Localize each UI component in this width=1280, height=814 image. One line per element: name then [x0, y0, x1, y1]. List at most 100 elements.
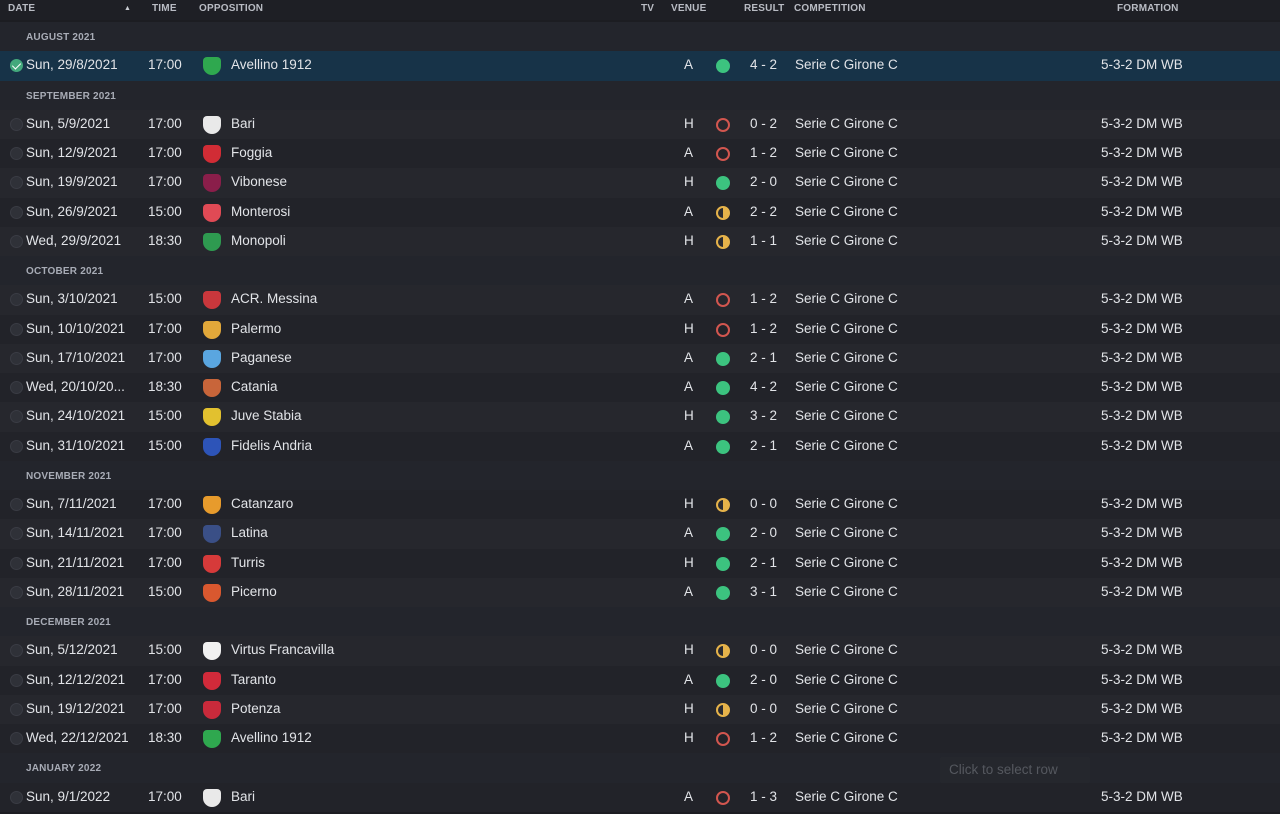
opponent-name[interactable]: Taranto — [231, 672, 276, 687]
fixture-row[interactable]: Sun, 7/11/2021 17:00 Catanzaro H 0 - 0 Serie … — [0, 490, 1280, 520]
match-result[interactable]: 2 - 1 — [750, 350, 777, 365]
competition-name[interactable]: Serie C Girone C — [795, 291, 898, 306]
select-check-icon[interactable] — [10, 439, 23, 453]
opponent-name[interactable]: Avellino 1912 — [231, 57, 312, 72]
select-check-icon[interactable] — [10, 381, 23, 394]
opponent-name[interactable]: ACR. Messina — [231, 291, 317, 306]
select-check-icon[interactable] — [10, 790, 23, 804]
fixture-row[interactable]: Wed, 20/10/20... 18:30 Catania A 4 - 2 Serie … — [0, 373, 1280, 403]
match-result[interactable]: 3 - 1 — [750, 584, 777, 599]
venue-column-header[interactable]: VENUE — [671, 3, 706, 14]
competition-name[interactable]: Serie C Girone C — [795, 496, 898, 511]
fixture-row[interactable]: Sun, 5/9/2021 17:00 Bari H 0 - 2 Serie C Giro… — [0, 109, 1280, 139]
select-check-icon[interactable] — [10, 205, 23, 219]
fixture-row[interactable]: Sun, 31/10/2021 15:00 Fidelis Andria A 2 - 1… — [0, 431, 1280, 461]
competition-name[interactable]: Serie C Girone C — [795, 701, 898, 716]
select-check-icon[interactable] — [10, 59, 23, 73]
opponent-name[interactable]: Palermo — [231, 321, 281, 336]
opponent-name[interactable]: Monopoli — [231, 233, 286, 248]
sort-ascending-icon[interactable]: ▲ — [124, 5, 131, 12]
select-check-icon[interactable] — [10, 351, 23, 365]
select-check-icon[interactable] — [10, 585, 23, 599]
match-result[interactable]: 4 - 2 — [750, 57, 777, 72]
opponent-name[interactable]: Vibonese — [231, 174, 287, 189]
fixture-row[interactable]: Sun, 12/9/2021 17:00 Foggia A 1 - 2 Serie C G… — [0, 139, 1280, 169]
competition-name[interactable]: Serie C Girone C — [795, 730, 898, 745]
match-result[interactable]: 0 - 0 — [750, 701, 777, 716]
competition-name[interactable]: Serie C Girone C — [795, 525, 898, 540]
opponent-name[interactable]: Virtus Francavilla — [231, 642, 334, 657]
select-check-icon[interactable] — [10, 410, 23, 424]
opponent-name[interactable]: Picerno — [231, 584, 277, 599]
match-result[interactable]: 0 - 0 — [750, 496, 777, 511]
select-check-icon[interactable] — [10, 644, 23, 658]
competition-name[interactable]: Serie C Girone C — [795, 584, 898, 599]
fixture-row[interactable]: Sun, 17/10/2021 17:00 Paganese A 2 - 1 Serie … — [0, 343, 1280, 373]
opponent-name[interactable]: Turris — [231, 555, 265, 570]
fixture-row[interactable]: Sun, 10/10/2021 17:00 Palermo H 1 - 2 Serie C… — [0, 314, 1280, 344]
competition-name[interactable]: Serie C Girone C — [795, 672, 898, 687]
opponent-name[interactable]: Potenza — [231, 701, 281, 716]
fixture-row[interactable]: Sun, 19/9/2021 17:00 Vibonese H 2 - 0 Serie C… — [0, 168, 1280, 198]
competition-name[interactable]: Serie C Girone C — [795, 379, 898, 394]
select-check-icon[interactable] — [10, 117, 23, 131]
competition-name[interactable]: Serie C Girone C — [795, 57, 898, 72]
opponent-name[interactable]: Avellino 1912 — [231, 730, 312, 745]
fixture-row[interactable]: Sun, 26/9/2021 15:00 Monterosi A 2 - 2 Serie … — [0, 197, 1280, 227]
match-result[interactable]: 1 - 3 — [750, 789, 777, 804]
competition-name[interactable]: Serie C Girone C — [795, 350, 898, 365]
date-column-header[interactable]: DATE — [8, 3, 35, 14]
fixture-row[interactable]: Wed, 22/12/2021 18:30 Avellino 1912 H 1 - 2 S… — [0, 724, 1280, 754]
fixture-row[interactable]: Sun, 3/10/2021 15:00 ACR. Messina A 1 - 2 Ser… — [0, 285, 1280, 315]
competition-name[interactable]: Serie C Girone C — [795, 145, 898, 160]
fixture-row[interactable]: Sun, 5/12/2021 15:00 Virtus Francavilla H 0 … — [0, 636, 1280, 666]
tv-column-header[interactable]: TV — [641, 3, 654, 14]
time-column-header[interactable]: TIME — [152, 3, 177, 14]
fixture-row[interactable]: Sun, 19/12/2021 17:00 Potenza H 0 - 0 Serie C… — [0, 694, 1280, 724]
fixture-row[interactable]: Sun, 28/11/2021 15:00 Picerno A 3 - 1 Serie C… — [0, 577, 1280, 607]
select-check-icon[interactable] — [10, 293, 23, 307]
competition-name[interactable]: Serie C Girone C — [795, 789, 898, 804]
match-result[interactable]: 1 - 2 — [750, 730, 777, 745]
opponent-name[interactable]: Juve Stabia — [231, 408, 302, 423]
fixture-row[interactable]: Sun, 14/11/2021 17:00 Latina A 2 - 0 Serie C … — [0, 519, 1280, 549]
select-check-icon[interactable] — [10, 732, 23, 745]
opponent-name[interactable]: Fidelis Andria — [231, 438, 312, 453]
competition-name[interactable]: Serie C Girone C — [795, 233, 898, 248]
match-result[interactable]: 1 - 2 — [750, 321, 777, 336]
competition-column-header[interactable]: COMPETITION — [794, 3, 866, 14]
formation-column-header[interactable]: FORMATION — [1117, 3, 1179, 14]
competition-name[interactable]: Serie C Girone C — [795, 408, 898, 423]
match-result[interactable]: 0 - 0 — [750, 642, 777, 657]
match-result[interactable]: 2 - 0 — [750, 672, 777, 687]
match-result[interactable]: 2 - 0 — [750, 525, 777, 540]
competition-name[interactable]: Serie C Girone C — [795, 438, 898, 453]
competition-name[interactable]: Serie C Girone C — [795, 642, 898, 657]
opponent-name[interactable]: Bari — [231, 789, 255, 804]
match-result[interactable]: 0 - 2 — [750, 116, 777, 131]
fixture-row[interactable]: Sun, 24/10/2021 15:00 Juve Stabia H 3 - 2 Ser… — [0, 402, 1280, 432]
match-result[interactable]: 2 - 0 — [750, 174, 777, 189]
match-result[interactable]: 4 - 2 — [750, 379, 777, 394]
opponent-name[interactable]: Catanzaro — [231, 496, 293, 511]
match-result[interactable]: 2 - 1 — [750, 555, 777, 570]
opponent-name[interactable]: Monterosi — [231, 204, 290, 219]
select-check-icon[interactable] — [10, 176, 23, 190]
opponent-name[interactable]: Foggia — [231, 145, 272, 160]
competition-name[interactable]: Serie C Girone C — [795, 174, 898, 189]
competition-name[interactable]: Serie C Girone C — [795, 116, 898, 131]
match-result[interactable]: 3 - 2 — [750, 408, 777, 423]
select-check-icon[interactable] — [10, 498, 23, 511]
match-result[interactable]: 1 - 2 — [750, 145, 777, 160]
opposition-column-header[interactable]: OPPOSITION — [199, 3, 263, 14]
match-result[interactable]: 1 - 2 — [750, 291, 777, 306]
match-result[interactable]: 2 - 1 — [750, 438, 777, 453]
fixture-row[interactable]: Sun, 21/11/2021 17:00 Turris H 2 - 1 Serie C … — [0, 548, 1280, 578]
match-result[interactable]: 1 - 1 — [750, 233, 777, 248]
select-check-icon[interactable] — [10, 527, 23, 541]
select-check-icon[interactable] — [10, 702, 23, 716]
fixture-row[interactable]: Sun, 29/8/2021 17:00 Avellino 1912 A 4 - 2 Se… — [0, 51, 1280, 81]
fixture-row[interactable]: Wed, 29/9/2021 18:30 Monopoli H 1 - 1 Serie C… — [0, 226, 1280, 256]
competition-name[interactable]: Serie C Girone C — [795, 555, 898, 570]
fixture-row[interactable]: Sun, 12/12/2021 17:00 Taranto A 2 - 0 Serie C… — [0, 665, 1280, 695]
